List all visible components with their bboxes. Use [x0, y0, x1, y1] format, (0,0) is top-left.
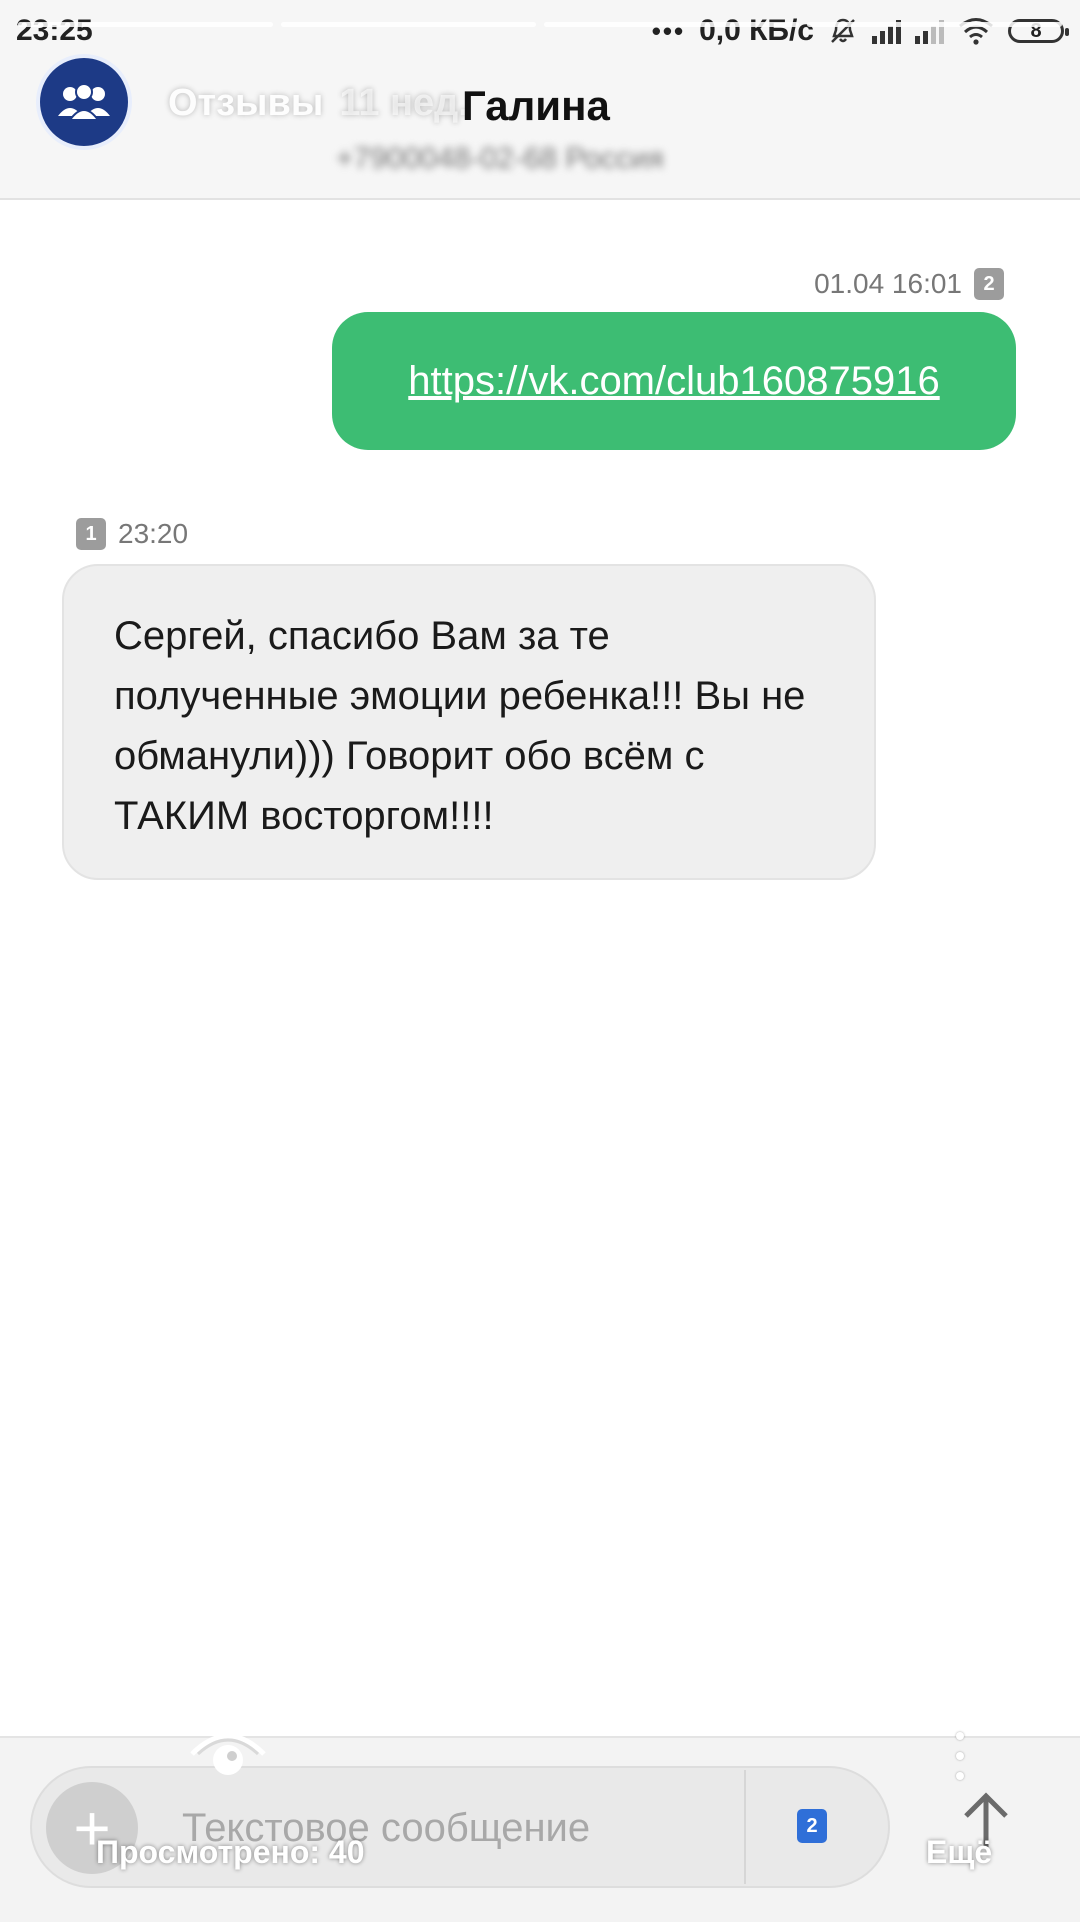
story-title: Отзывы 11 нед. [168, 82, 469, 125]
more-button[interactable]: Ещё [926, 1834, 992, 1871]
sim-badge: 2 [974, 268, 1004, 300]
notification-dots: ••• [651, 15, 686, 46]
contact-name: Галина [462, 82, 610, 129]
outgoing-message-meta: 01.04 16:01 2 [814, 268, 1004, 300]
story-avatar[interactable] [36, 54, 132, 150]
eye-icon [190, 1733, 266, 1775]
conversation-header: 23:25 ••• 0,0 КБ/с 8 Отзывы 11 нед. Гали… [0, 0, 1080, 200]
message-link[interactable]: https://vk.com/club160875916 [408, 359, 939, 404]
network-speed: 0,0 КБ/с [699, 14, 814, 47]
outgoing-message-bubble[interactable]: https://vk.com/club160875916 [332, 312, 1016, 450]
status-time: 23:25 [16, 14, 93, 47]
incoming-message-meta: 1 23:20 [76, 518, 188, 550]
story-progress-segment [807, 22, 1062, 27]
more-vertical-icon[interactable] [956, 1732, 964, 1780]
story-progress [18, 22, 1062, 27]
mute-bell-icon [831, 18, 855, 43]
sim-select-button[interactable]: 2 [797, 1809, 827, 1843]
input-divider [744, 1770, 746, 1884]
message-time: 01.04 16:01 [814, 268, 962, 299]
story-progress-segment [18, 22, 273, 27]
people-icon [58, 83, 110, 121]
incoming-message-bubble[interactable]: Сергей, спасибо Вам за те полученные эмо… [62, 564, 876, 880]
story-progress-segment [281, 22, 536, 27]
sim-badge: 1 [76, 518, 106, 550]
message-time: 23:20 [118, 518, 189, 549]
viewed-count[interactable]: Просмотрено: 40 [96, 1834, 365, 1871]
story-progress-segment [544, 22, 799, 27]
status-icons: ••• 0,0 КБ/с 8 [651, 14, 1069, 48]
story-title-text: Отзывы [168, 82, 324, 124]
story-age: 11 нед. [339, 82, 469, 124]
contact-phone: +7900048-02-68 Россия [336, 142, 664, 175]
message-text: Сергей, спасибо Вам за те полученные эмо… [114, 614, 806, 838]
